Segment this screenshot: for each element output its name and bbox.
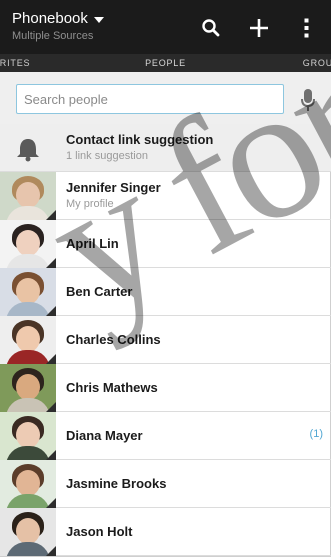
search-button[interactable] [193,10,229,46]
contact-row[interactable]: Jasmine Brooks [0,459,331,508]
avatar [0,171,56,220]
tab-people[interactable]: PEOPLE [145,58,186,68]
search-box [16,84,284,114]
row-text: Jasmine Brooks [56,476,166,492]
tab-strip: ORITES PEOPLE GROU [0,54,331,72]
contact-name: Charles Collins [66,331,161,347]
avatar [0,219,56,268]
avatar [0,507,56,556]
contact-list: Contact link suggestion 1 link suggestio… [0,124,331,556]
row-text: Chris Mathews [56,380,158,396]
voice-search-button[interactable] [296,86,320,114]
plus-icon [250,19,268,37]
contact-link-suggestion-row[interactable]: Contact link suggestion 1 link suggestio… [0,124,331,172]
search-area [0,72,331,125]
row-text: Jennifer Singer My profile [56,180,161,211]
contact-name: Jasmine Brooks [66,475,167,491]
app-title: Phonebook [12,10,104,28]
row-text: Ben Carter [56,284,132,300]
contact-row[interactable]: Diana Mayer (1) [0,411,331,460]
app-bar: Phonebook Multiple Sources [0,0,331,54]
add-contact-button[interactable] [241,10,277,46]
contact-row[interactable]: Chris Mathews [0,363,331,412]
avatar [0,411,56,460]
contact-name: Diana Mayer [66,427,143,443]
contact-name: Chris Mathews [66,379,158,395]
app-actions [193,10,325,46]
unread-count-badge: (1) [309,428,323,440]
avatar [0,363,56,412]
app-subtitle: Multiple Sources [12,30,94,42]
contact-name: Jennifer Singer [66,180,161,195]
contact-row[interactable]: Jennifer Singer My profile [0,171,331,220]
avatar [0,459,56,508]
contact-name: Contact link suggestion [66,132,214,147]
avatar [0,315,56,364]
contact-row[interactable]: Charles Collins [0,315,331,364]
dropdown-caret-icon [93,17,104,23]
contact-name: Jason Holt [66,523,133,539]
contact-subtext: My profile [66,198,114,210]
row-text: Contact link suggestion 1 link suggestio… [56,132,213,163]
row-text: April Lin [56,236,119,252]
row-text: Diana Mayer [56,428,143,444]
more-options-button[interactable] [289,10,325,46]
bell-icon [17,138,39,161]
bell-icon-container [0,124,56,172]
tab-favorites[interactable]: ORITES [0,58,30,68]
contact-row[interactable]: April Lin [0,219,331,268]
row-text: Charles Collins [56,332,161,348]
microphone-icon [301,89,315,111]
contact-row[interactable]: Jason Holt [0,507,331,556]
row-text: Jason Holt [56,524,132,540]
avatar [0,267,56,316]
contact-name: April Lin [66,235,119,251]
app-title-text: Phonebook [12,10,88,27]
search-icon [202,19,220,37]
contact-name: Ben Carter [66,283,133,299]
contact-row[interactable]: Ben Carter [0,267,331,316]
phonebook-source-selector[interactable]: Phonebook Multiple Sources [12,10,104,43]
contact-subtext: 1 link suggestion [66,150,148,162]
tab-groups[interactable]: GROU [303,58,331,68]
more-vert-icon [304,18,309,38]
search-input[interactable] [17,85,283,113]
